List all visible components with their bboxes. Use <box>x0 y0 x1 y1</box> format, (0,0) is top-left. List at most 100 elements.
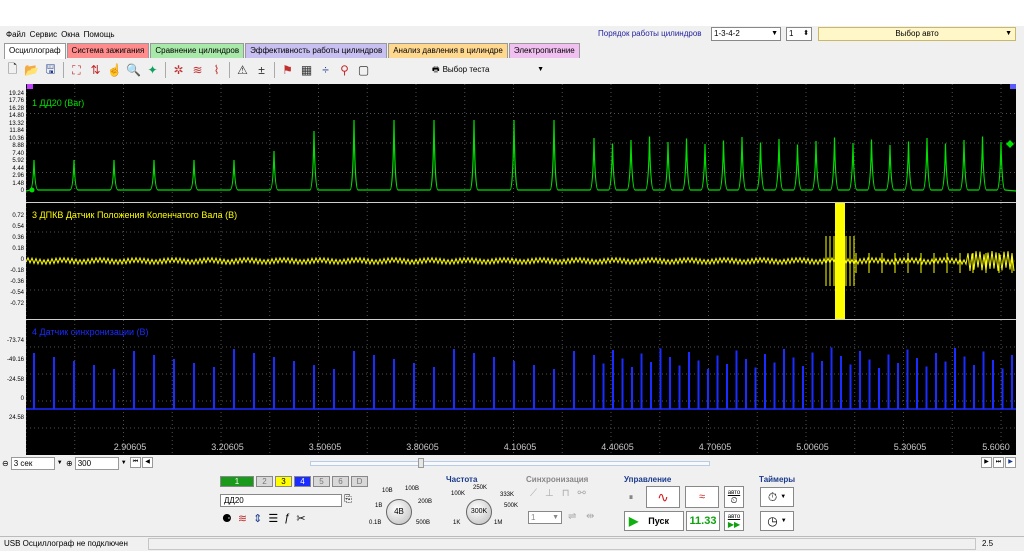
start-button[interactable]: ▶ Пуск <box>624 511 684 531</box>
y-tick-label: 0 <box>20 395 24 402</box>
go-end-icon[interactable]: ⏭ <box>993 457 1004 468</box>
sync-move-icon[interactable]: ⇹ <box>586 511 594 522</box>
right-cursor-marker[interactable] <box>1010 84 1016 89</box>
time-scroll-slider[interactable] <box>310 458 710 468</box>
tab-power-supply[interactable]: Электропитание <box>508 43 580 58</box>
slider-thumb[interactable] <box>418 458 424 468</box>
y-tick-label: 13.32 <box>8 120 24 127</box>
control-panel: 1 2 3 4 5 6 D ДД20 ⎘ ⚈ ≋ ⇕ ☰ ƒ ✂ 10В 100… <box>216 473 806 535</box>
y-tick-label: 0 <box>20 188 24 194</box>
tab-cylinder-efficiency[interactable]: Эффективность работы цилиндров <box>245 43 388 58</box>
play-icon[interactable]: ▶ <box>1005 457 1016 468</box>
tab-cylinder-compare[interactable]: Сравнение цилиндров <box>150 43 245 58</box>
oscilloscope-plot[interactable]: 1 ДД20 (Bar) 3 ДПКВ Датчик Положения Кол… <box>26 84 1016 455</box>
zero-icon[interactable]: ± <box>253 62 270 79</box>
voltage-knob[interactable]: 4В <box>386 499 412 525</box>
auto-play-button[interactable]: авто ▶▶ <box>724 511 744 531</box>
menu-windows[interactable]: Окна <box>61 30 80 39</box>
tab-oscilloscope[interactable]: Осциллограф <box>4 43 66 59</box>
sync-channel-value: 1 <box>531 513 536 522</box>
channel-button-2[interactable]: 2 <box>256 476 273 487</box>
arrows-icon[interactable]: ⇕ <box>253 512 262 525</box>
falling-edge-icon[interactable]: ⊥ <box>545 488 554 499</box>
cylinder-number-spinner[interactable]: 1 ⬍ <box>786 27 812 41</box>
channel-settings-icon[interactable]: ⎘ <box>344 494 352 505</box>
table-icon[interactable]: ▦ <box>298 62 315 79</box>
save-icon[interactable]: 🖫 <box>42 62 59 79</box>
chevron-down-icon: ▼ <box>780 518 787 524</box>
left-cursor-marker[interactable] <box>27 84 33 89</box>
menu-service[interactable]: Сервис <box>30 30 57 39</box>
lines-icon[interactable]: ☰ <box>268 512 278 525</box>
auto-select-dropdown[interactable]: Выбор авто ▼ <box>818 27 1016 41</box>
cylinder-number-value: 1 <box>789 29 794 38</box>
timer-icon: ⏲ <box>730 495 738 505</box>
tab-ignition[interactable]: Система зажигания <box>66 43 150 58</box>
channel-button-4[interactable]: 4 <box>294 476 311 487</box>
frequency-title: Частота <box>446 475 478 484</box>
marker-icon[interactable]: ⇅ <box>87 62 104 79</box>
pin-icon[interactable]: ⚲ <box>336 62 353 79</box>
page-icon[interactable]: ▢ <box>355 62 372 79</box>
function-icon[interactable]: ƒ <box>284 512 290 525</box>
zoom-out-icon[interactable]: ⊖ <box>2 458 9 469</box>
wave-icon[interactable]: ≋ <box>189 62 206 79</box>
waveform-icon[interactable]: ⌇ <box>208 62 225 79</box>
channel-4-pane[interactable]: 4 Датчик синхронизации (B) <box>26 320 1016 455</box>
go-start-icon[interactable]: ⏮ <box>130 457 141 468</box>
x-tick-label: 4.70605 <box>698 442 732 452</box>
freq-label: 250K <box>473 485 488 491</box>
probe-icon[interactable]: ⚈ <box>222 512 232 525</box>
measure-icon[interactable]: ⚠ <box>234 62 251 79</box>
points-value: 300 <box>74 457 119 470</box>
channel-3-pane[interactable]: 3 ДПКВ Датчик Положения Коленчатого Вала… <box>26 203 1016 319</box>
channel-name-field[interactable]: ДД20 <box>220 494 342 507</box>
test-select-dropdown[interactable]: 🖶 Выбор теста ▼ <box>426 63 548 77</box>
status-bar: USB Осциллограф не подключен 2.5 <box>0 536 1024 551</box>
y-tick-label: 2.96 <box>12 173 24 180</box>
tab-pressure-analysis[interactable]: Анализ давления в цилиндре <box>388 43 508 58</box>
points-select[interactable]: ⊕ 300 ▼ <box>66 457 127 470</box>
step-forward-icon[interactable]: ▶ <box>981 457 992 468</box>
start-label: Пуск <box>648 516 669 526</box>
time-axis: 2.90605 3.20605 3.50605 3.80605 4.10605 4.406… <box>26 440 1016 454</box>
frequency-knob[interactable]: 300K <box>466 499 492 525</box>
zoom-icon[interactable]: 🔍 <box>125 62 142 79</box>
channel-1-waveform <box>26 119 1016 192</box>
timer-add-button[interactable]: ◷ ▼ <box>760 511 794 531</box>
sync-settings-icon[interactable]: ⚯ <box>578 488 586 499</box>
channel-button-d[interactable]: D <box>351 476 368 487</box>
channel-button-3[interactable]: 3 <box>275 476 292 487</box>
hand-tool-icon[interactable]: ☝ <box>106 62 123 79</box>
pulse-icon[interactable]: ⊓ <box>562 488 570 499</box>
pause-icon[interactable]: ⏸ <box>624 487 638 507</box>
toolbar-divider <box>165 62 166 78</box>
cursor-icon[interactable]: ⛶ <box>68 62 85 79</box>
sync-level-icon[interactable]: ⇌ <box>568 511 576 522</box>
sync-channel-select[interactable]: 1 ▼ <box>528 511 562 524</box>
filter-icon[interactable]: ✦ <box>144 62 161 79</box>
menu-help[interactable]: Помощь <box>84 30 115 39</box>
scissors-icon[interactable]: ✂ <box>296 512 305 525</box>
zoom-in-icon[interactable]: ⊕ <box>66 458 73 469</box>
new-file-icon[interactable]: 🗋 <box>4 62 21 79</box>
channel-button-6[interactable]: 6 <box>332 476 349 487</box>
channel-button-1[interactable]: 1 <box>220 476 254 487</box>
rising-edge-icon[interactable]: ⟋ <box>530 488 537 499</box>
timer-menu-button[interactable]: ⏱ ▼ <box>760 487 794 507</box>
test-select-label: Выбор теста <box>442 65 490 74</box>
channel-button-5[interactable]: 5 <box>313 476 330 487</box>
step-back-icon[interactable]: ◀ <box>142 457 153 468</box>
divide-icon[interactable]: ÷ <box>317 62 334 79</box>
spark-icon[interactable]: ✲ <box>170 62 187 79</box>
menu-file[interactable]: Файл <box>6 30 26 39</box>
trigger-icon[interactable]: ⚑ <box>279 62 296 79</box>
timebase-select[interactable]: ⊖ 3 сек ▼ <box>2 457 63 470</box>
auto-timer-button[interactable]: авто ⏲ <box>724 486 744 508</box>
cylinder-order-select[interactable]: 1-3-4-2 ▼ <box>711 27 781 41</box>
multi-wave-icon[interactable]: ≈ <box>685 486 719 508</box>
open-folder-icon[interactable]: 📂 <box>23 62 40 79</box>
sine-wave-icon[interactable]: ∿ <box>646 486 680 508</box>
channel-1-pane[interactable]: 1 ДД20 (Bar) <box>26 84 1016 202</box>
wave-icon[interactable]: ≋ <box>238 512 247 525</box>
